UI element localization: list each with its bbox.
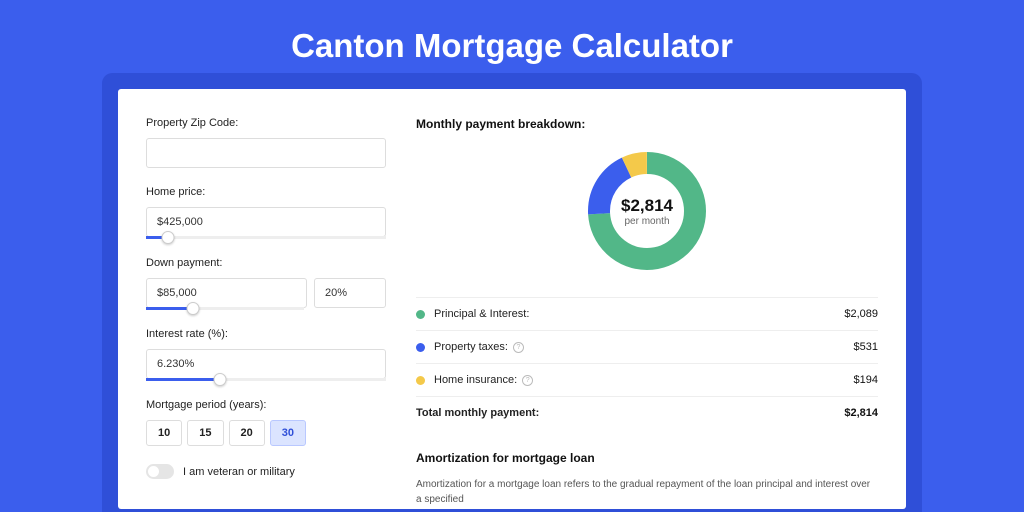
price-field: Home price: <box>146 186 386 239</box>
donut-subtext: per month <box>624 216 669 227</box>
slider-thumb-icon[interactable] <box>214 373 227 386</box>
zip-field: Property Zip Code: <box>146 117 386 168</box>
info-icon[interactable]: ? <box>522 375 533 386</box>
amortization-section: Amortization for mortgage loan Amortizat… <box>416 451 878 507</box>
amortization-title: Amortization for mortgage loan <box>416 451 878 465</box>
legend-row-principal: Principal & Interest: $2,089 <box>416 298 878 331</box>
dot-icon <box>416 376 425 385</box>
price-label: Home price: <box>146 186 386 198</box>
rate-slider[interactable] <box>146 378 386 381</box>
legend-value: $531 <box>854 341 878 353</box>
period-field: Mortgage period (years): 10 15 20 30 <box>146 399 386 446</box>
dot-icon <box>416 310 425 319</box>
page-title: Canton Mortgage Calculator <box>0 0 1024 89</box>
form-panel: Property Zip Code: Home price: Down paym… <box>146 117 386 509</box>
rate-label: Interest rate (%): <box>146 328 386 340</box>
rate-field: Interest rate (%): <box>146 328 386 381</box>
rate-input[interactable] <box>146 349 386 379</box>
period-option-20[interactable]: 20 <box>229 420 265 446</box>
legend-value: $194 <box>854 374 878 386</box>
period-option-10[interactable]: 10 <box>146 420 182 446</box>
amortization-text: Amortization for a mortgage loan refers … <box>416 477 878 507</box>
legend-row-insurance: Home insurance: ? $194 <box>416 364 878 397</box>
veteran-row: I am veteran or military <box>146 464 386 479</box>
dot-icon <box>416 343 425 352</box>
down-amount-input[interactable] <box>146 278 307 308</box>
veteran-label: I am veteran or military <box>183 466 295 478</box>
legend-label: Principal & Interest: <box>434 308 844 320</box>
price-input[interactable] <box>146 207 386 237</box>
period-group: 10 15 20 30 <box>146 420 386 446</box>
legend: Principal & Interest: $2,089 Property ta… <box>416 297 878 429</box>
zip-label: Property Zip Code: <box>146 117 386 129</box>
period-label: Mortgage period (years): <box>146 399 386 411</box>
breakdown-title: Monthly payment breakdown: <box>416 117 878 131</box>
calculator-card: Property Zip Code: Home price: Down paym… <box>118 89 906 509</box>
slider-thumb-icon[interactable] <box>161 231 174 244</box>
down-slider[interactable] <box>146 307 304 310</box>
donut-chart: $2,814 per month <box>416 149 878 273</box>
period-option-30[interactable]: 30 <box>270 420 306 446</box>
period-option-15[interactable]: 15 <box>187 420 223 446</box>
down-label: Down payment: <box>146 257 386 269</box>
donut-value: $2,814 <box>621 196 673 216</box>
total-value: $2,814 <box>844 407 878 419</box>
legend-label: Property taxes: ? <box>434 341 854 353</box>
zip-input[interactable] <box>146 138 386 168</box>
legend-value: $2,089 <box>844 308 878 320</box>
legend-row-total: Total monthly payment: $2,814 <box>416 397 878 429</box>
price-slider[interactable] <box>146 236 386 239</box>
down-percent-input[interactable] <box>314 278 386 308</box>
legend-label: Home insurance: ? <box>434 374 854 386</box>
slider-thumb-icon[interactable] <box>187 302 200 315</box>
down-field: Down payment: <box>146 257 386 310</box>
total-label: Total monthly payment: <box>416 407 844 419</box>
veteran-toggle[interactable] <box>146 464 174 479</box>
legend-row-taxes: Property taxes: ? $531 <box>416 331 878 364</box>
info-icon[interactable]: ? <box>513 342 524 353</box>
breakdown-panel: Monthly payment breakdown: $2,814 per mo… <box>416 117 878 509</box>
